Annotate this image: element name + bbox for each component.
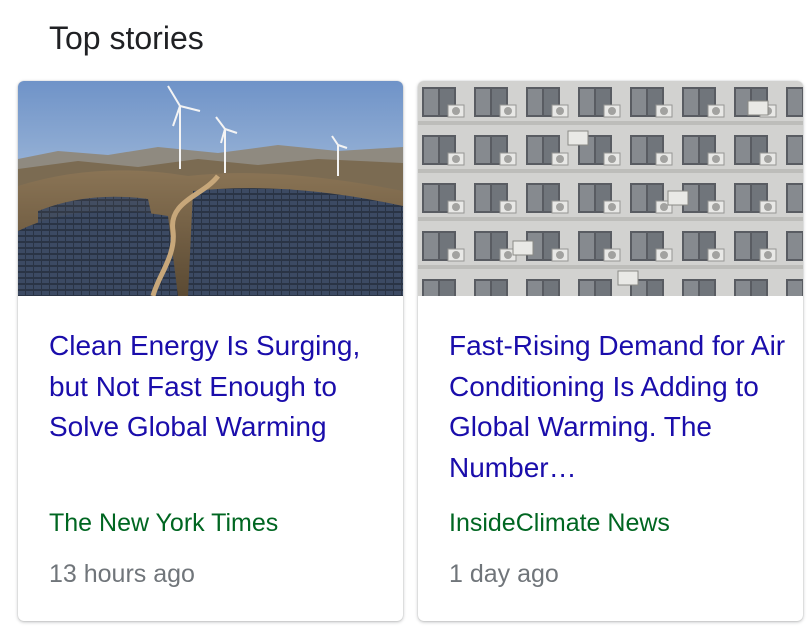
story-source: InsideClimate News — [449, 509, 670, 537]
story-card[interactable]: Clean Energy Is Surging, but Not Fast En… — [18, 81, 403, 621]
story-headline-link[interactable]: Clean Energy Is Surging, but Not Fast En… — [49, 326, 389, 448]
story-timestamp: 13 hours ago — [49, 560, 195, 588]
story-card[interactable]: Fast-Rising Demand for Air Conditioning … — [418, 81, 803, 621]
story-thumbnail-air-conditioners[interactable] — [418, 81, 803, 296]
story-headline-link[interactable]: Fast-Rising Demand for Air Conditioning … — [449, 326, 789, 488]
story-thumbnail-solar-wind[interactable] — [18, 81, 403, 296]
story-source: The New York Times — [49, 509, 279, 537]
story-timestamp: 1 day ago — [449, 560, 559, 588]
section-title: Top stories — [49, 20, 204, 56]
